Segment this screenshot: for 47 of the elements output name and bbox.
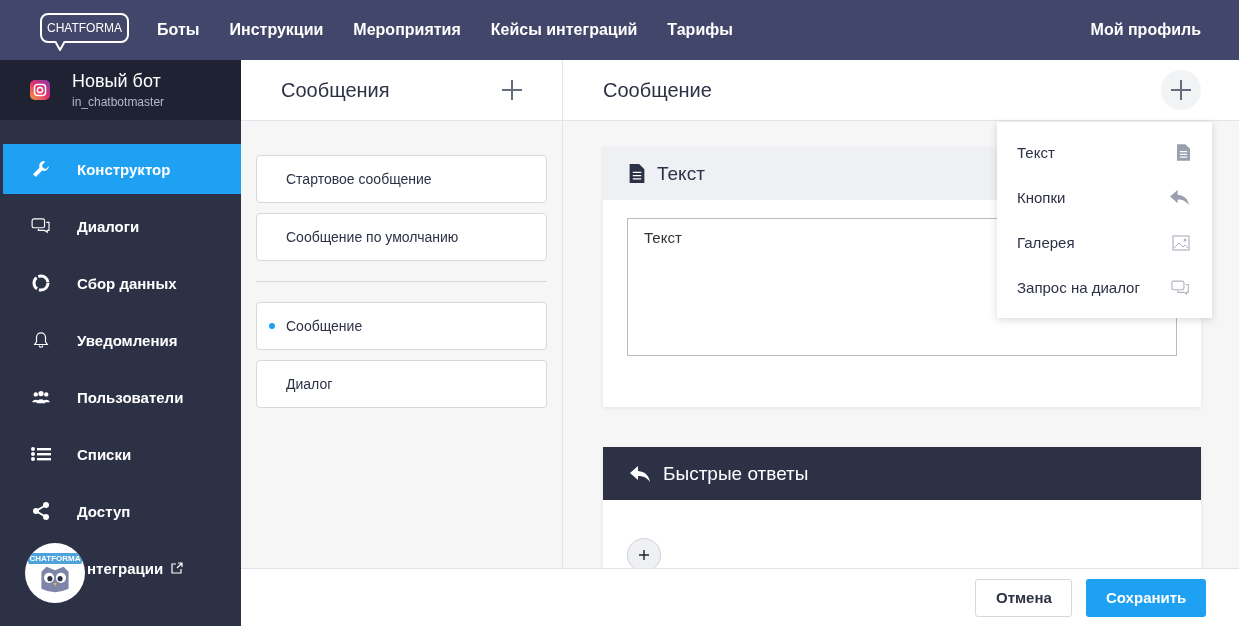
add-button[interactable] — [1161, 70, 1201, 110]
users-icon — [31, 390, 51, 404]
block-title: Текст — [657, 162, 705, 185]
widget-logo-text: CHATFORMA — [27, 552, 83, 564]
ring-chart-icon — [31, 273, 51, 293]
message-item[interactable]: Сообщение — [256, 302, 547, 350]
reply-arrow-icon — [629, 464, 651, 483]
wrench-icon — [31, 159, 51, 179]
block-title: Быстрые ответы — [663, 462, 809, 485]
sidebar-item[interactable]: Пользователи — [3, 372, 241, 422]
nav-link[interactable]: Мероприятия — [353, 21, 461, 39]
message-item[interactable]: Диалог — [256, 360, 547, 408]
nav-link[interactable]: Боты — [157, 21, 200, 39]
menu-item[interactable]: Текст — [997, 130, 1212, 175]
owl-drawing — [38, 564, 72, 594]
chat-bubbles-icon — [1171, 279, 1190, 296]
list-icon — [31, 446, 51, 462]
message-item[interactable]: Сообщение по умолчанию — [256, 213, 547, 261]
sidebar-item[interactable]: Уведомления — [3, 315, 241, 365]
cancel-button[interactable]: Отмена — [975, 578, 1072, 617]
share-icon — [31, 501, 51, 521]
sidebar-item[interactable]: Доступ — [3, 486, 241, 536]
add-icon[interactable] — [502, 80, 522, 100]
bell-icon — [32, 331, 50, 349]
sidebar-item[interactable]: Списки — [3, 429, 241, 479]
bot-name: Новый бот — [72, 71, 162, 92]
editor-title: Сообщение — [603, 78, 712, 102]
nav-link[interactable]: Инструкции — [229, 21, 324, 39]
profile-link[interactable]: Мой профиль — [1090, 21, 1201, 39]
document-icon — [629, 164, 645, 183]
messages-title: Сообщения — [281, 78, 390, 102]
message-item[interactable]: Стартовое сообщение — [256, 155, 547, 203]
sidebar-item[interactable]: Сбор данных — [3, 258, 241, 308]
plus-icon — [639, 550, 649, 560]
external-link-icon — [171, 562, 184, 574]
reply-arrow-icon — [1169, 189, 1190, 206]
nav-link[interactable]: Тарифы — [667, 21, 733, 39]
sidebar-item[interactable]: нтеграции — [87, 543, 241, 593]
chat-bubbles-icon — [31, 218, 51, 234]
nav-link[interactable]: Кейсы интеграций — [490, 21, 638, 39]
image-icon — [1172, 234, 1190, 251]
bot-handle: in_chatbotmaster — [72, 95, 165, 109]
plus-icon — [1171, 80, 1191, 100]
camera-app-icon — [30, 80, 50, 100]
sidebar-item[interactable]: Диалоги — [3, 201, 241, 251]
menu-item[interactable]: Кнопки — [997, 175, 1212, 220]
document-icon — [1177, 144, 1190, 161]
